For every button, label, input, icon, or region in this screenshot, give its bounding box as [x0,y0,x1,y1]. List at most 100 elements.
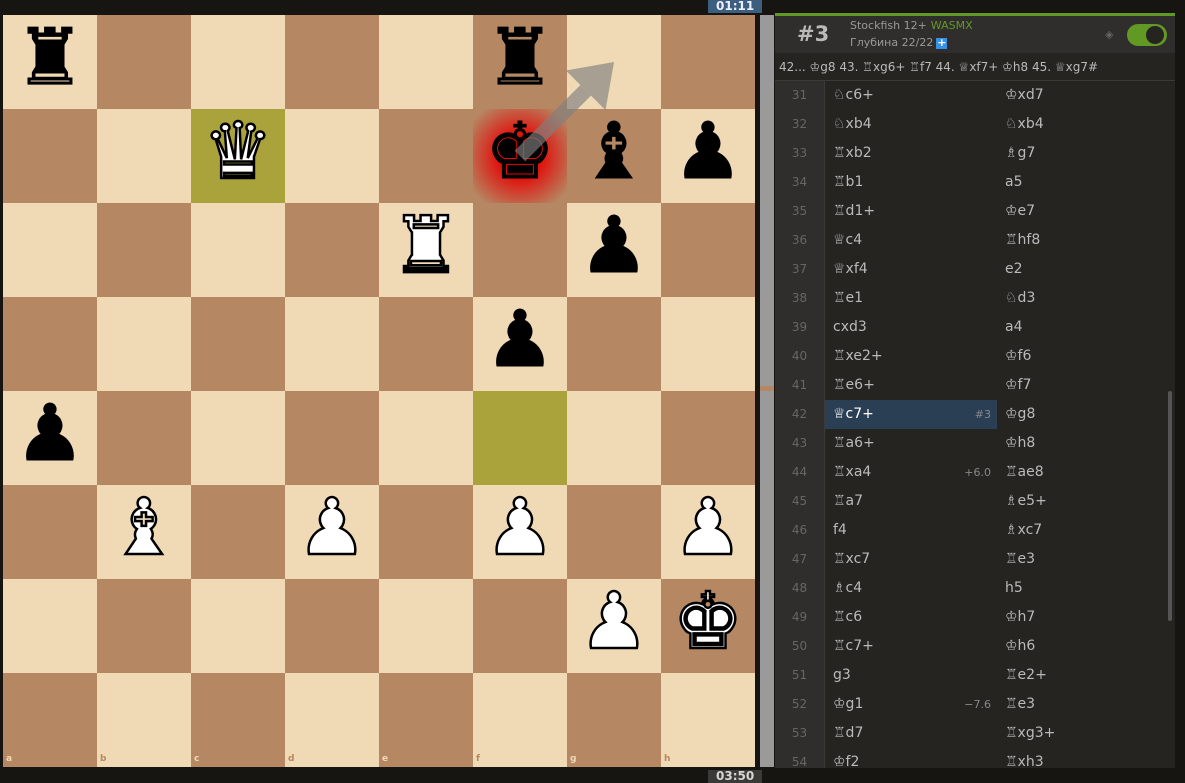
black-pawn-f5[interactable]: ♟ [473,293,567,387]
square-d7[interactable] [285,109,379,203]
black-pawn-g6[interactable]: ♟ [567,199,661,293]
square-g5[interactable] [567,297,661,391]
square-h4[interactable] [661,391,755,485]
black-move[interactable]: ♔h6 [997,632,1169,661]
move-list[interactable]: 31 ♘c6+ ♔xd7 32 ♘xb4 ♘xb4 33 ♖xb2 ♗g7 34 ♖b1 a5 35 ♖d… [775,81,1170,768]
square-c2[interactable] [191,579,285,673]
square-h1[interactable] [661,673,755,767]
black-move[interactable]: ♖hf8 [997,226,1169,255]
move-list-scrollbar[interactable] [1168,391,1172,621]
white-move[interactable]: g3 [825,661,997,690]
square-g4[interactable] [567,391,661,485]
square-e8[interactable] [379,15,473,109]
white-move[interactable]: ♖b1 [825,168,997,197]
black-pawn-h7[interactable]: ♟ [661,105,755,199]
square-g3[interactable] [567,485,661,579]
black-move[interactable]: ♔h8 [997,429,1169,458]
black-move[interactable]: h5 [997,574,1169,603]
square-f6[interactable] [473,203,567,297]
black-move[interactable]: ♖xh3 [997,748,1169,768]
square-d4[interactable] [285,391,379,485]
white-pawn-d3[interactable]: ♟ [285,481,379,575]
white-move[interactable]: ♕xf4 [825,255,997,284]
square-c8[interactable] [191,15,285,109]
white-move[interactable]: ♖xa4 +6.0 [825,458,997,487]
white-bishop-b3[interactable]: ♝ [97,481,191,575]
square-c6[interactable] [191,203,285,297]
black-move[interactable]: ♔e7 [997,197,1169,226]
black-move[interactable]: ♖e3 [997,690,1169,719]
square-a3[interactable] [3,485,97,579]
white-rook-e6[interactable]: ♜ [379,199,473,293]
square-h5[interactable] [661,297,755,391]
white-pawn-f3[interactable]: ♟ [473,481,567,575]
white-queen-c7[interactable]: ♛ [191,105,285,199]
square-f4[interactable] [473,391,567,485]
white-move[interactable]: ♕c7+ #3 [825,400,997,429]
square-d1[interactable] [285,673,379,767]
add-depth-button[interactable]: + [936,37,948,49]
black-move[interactable]: ♘xb4 [997,110,1169,139]
square-c1[interactable] [191,673,285,767]
white-move[interactable]: ♖e1 [825,284,997,313]
black-move[interactable]: a4 [997,313,1169,342]
square-e7[interactable] [379,109,473,203]
square-b6[interactable] [97,203,191,297]
black-move[interactable]: a5 [997,168,1169,197]
square-d5[interactable] [285,297,379,391]
target-icon[interactable]: ◈ [1105,28,1113,41]
square-e1[interactable] [379,673,473,767]
white-move[interactable]: cxd3 [825,313,997,342]
white-move[interactable]: ♖a7 [825,487,997,516]
white-move[interactable]: ♘c6+ [825,81,997,110]
black-king-f7[interactable]: ♚ [473,105,567,199]
white-pawn-g2[interactable]: ♟ [567,575,661,669]
black-move[interactable]: ♔f6 [997,342,1169,371]
white-pawn-h3[interactable]: ♟ [661,481,755,575]
black-rook-f8[interactable]: ♜ [473,11,567,105]
white-move[interactable]: ♔g1 −7.6 [825,690,997,719]
white-move[interactable]: ♕c4 [825,226,997,255]
square-b4[interactable] [97,391,191,485]
white-move[interactable]: ♗c4 [825,574,997,603]
square-a6[interactable] [3,203,97,297]
white-move[interactable]: f4 [825,516,997,545]
black-move[interactable]: ♗e5+ [997,487,1169,516]
white-move[interactable]: ♖xe2+ [825,342,997,371]
square-a7[interactable] [3,109,97,203]
square-d8[interactable] [285,15,379,109]
square-h8[interactable] [661,15,755,109]
black-move[interactable]: ♖ae8 [997,458,1169,487]
black-pawn-a4[interactable]: ♟ [3,387,97,481]
resize-divider[interactable] [760,15,774,767]
square-c3[interactable] [191,485,285,579]
square-h6[interactable] [661,203,755,297]
square-e3[interactable] [379,485,473,579]
square-d6[interactable] [285,203,379,297]
square-a1[interactable] [3,673,97,767]
square-e4[interactable] [379,391,473,485]
black-move[interactable]: ♔g8 [997,400,1169,429]
square-d2[interactable] [285,579,379,673]
square-a2[interactable] [3,579,97,673]
black-move[interactable]: ♖e2+ [997,661,1169,690]
black-move[interactable]: ♔xd7 [997,81,1169,110]
black-move[interactable]: ♖e3 [997,545,1169,574]
square-g8[interactable] [567,15,661,109]
square-e5[interactable] [379,297,473,391]
white-move[interactable]: ♖xc7 [825,545,997,574]
square-b7[interactable] [97,109,191,203]
white-king-h2[interactable]: ♚ [661,575,755,669]
square-f2[interactable] [473,579,567,673]
white-move[interactable]: ♖d1+ [825,197,997,226]
square-a5[interactable] [3,297,97,391]
black-move[interactable]: ♔f7 [997,371,1169,400]
black-move[interactable]: ♔h7 [997,603,1169,632]
white-move[interactable]: ♖a6+ [825,429,997,458]
white-move[interactable]: ♖c6 [825,603,997,632]
chess-board[interactable]: 8 7 6 5 4 3 2 1 a b c d e f g h ♜ ♜ ♛ ♚ ♝ ♟ ♜ ♟ ♟ ♟ ♝ ♟ ♟ ♟ ♟ ♚ [3,13,755,767]
white-move[interactable]: ♖c7+ [825,632,997,661]
square-b8[interactable] [97,15,191,109]
square-b5[interactable] [97,297,191,391]
black-rook-a8[interactable]: ♜ [3,11,97,105]
